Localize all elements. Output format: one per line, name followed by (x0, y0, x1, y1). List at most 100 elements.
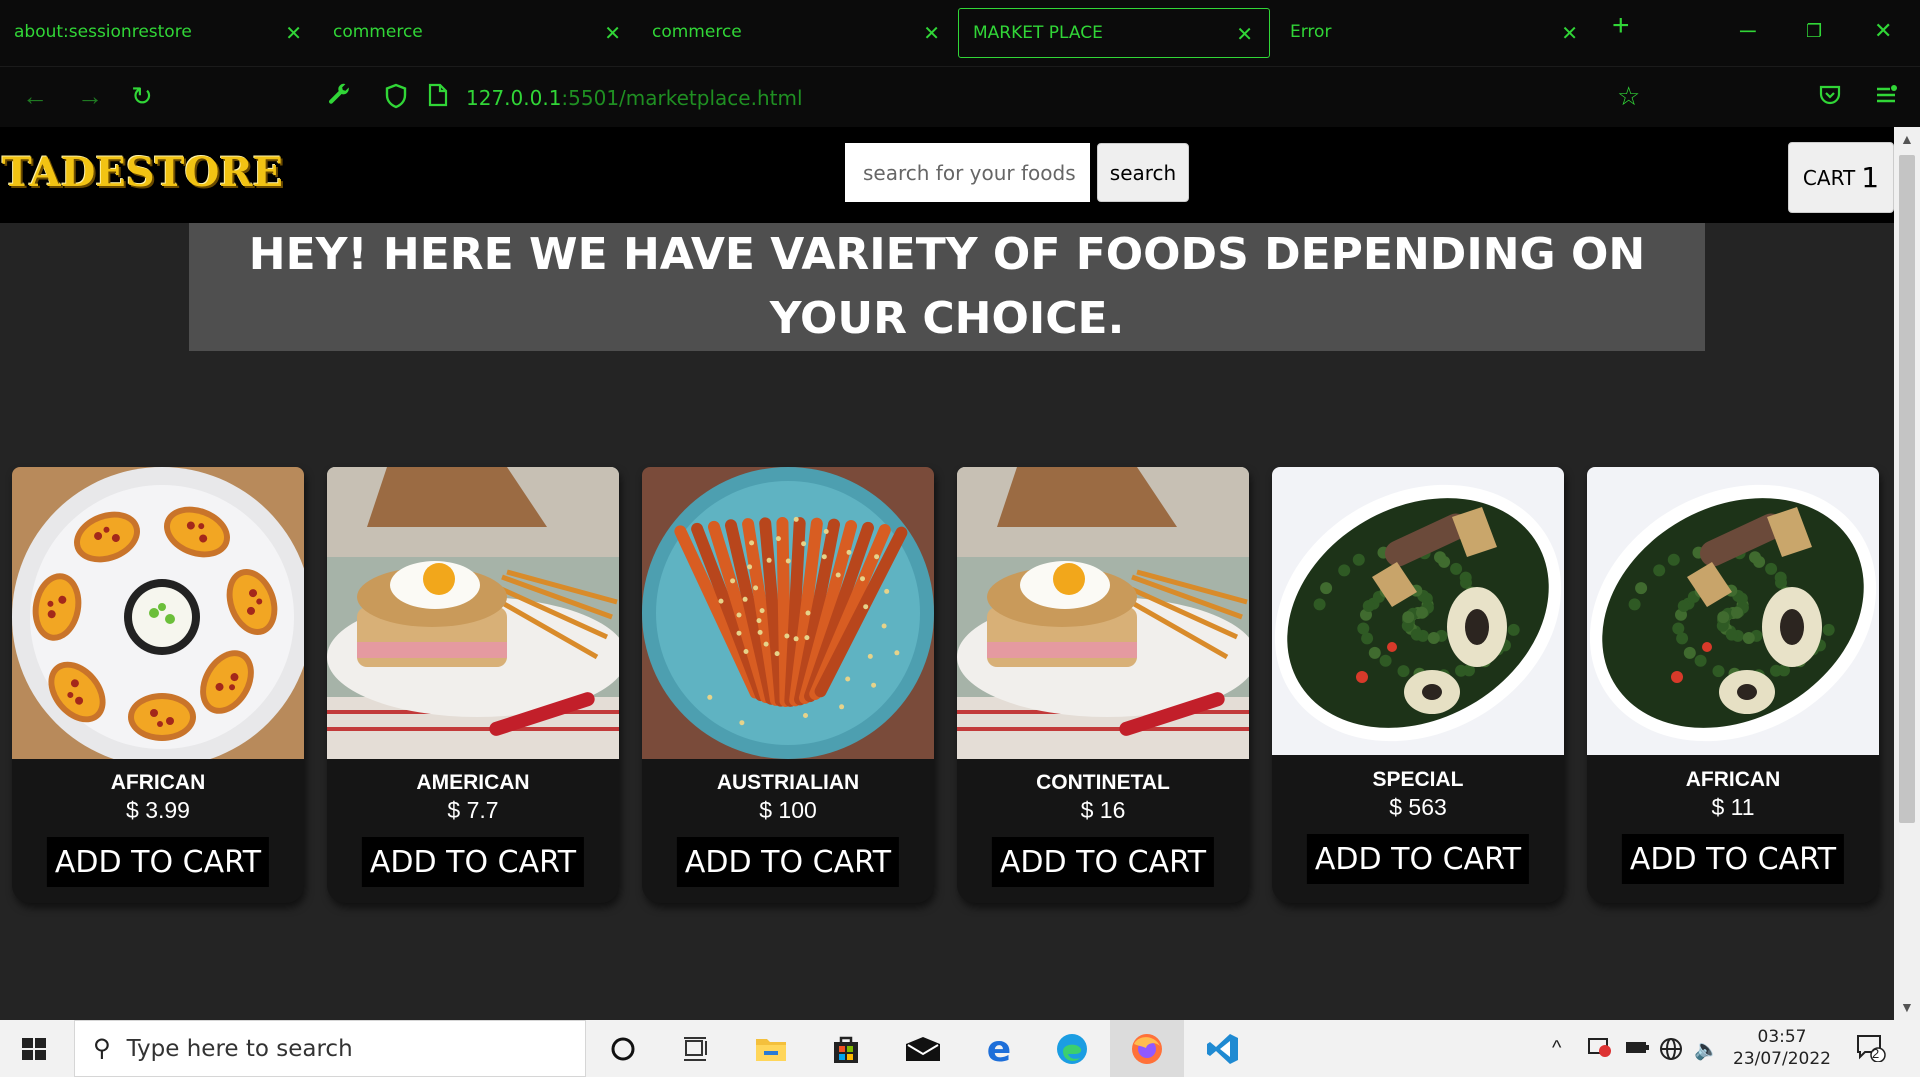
product-name: AFRICAN (1685, 768, 1781, 791)
tab-label: commerce (652, 22, 742, 42)
food-search-input[interactable] (845, 143, 1090, 202)
windows-start-icon[interactable] (22, 1038, 46, 1060)
shield-icon[interactable] (384, 83, 408, 113)
close-window-icon[interactable]: ✕ (1874, 20, 1892, 42)
add-to-cart-button[interactable]: ADD TO CART (1621, 834, 1845, 884)
clock-date: 23/07/2022 (1733, 1049, 1831, 1069)
scroll-down-icon[interactable]: ▼ (1900, 999, 1914, 1015)
task-view-icon[interactable] (677, 1030, 715, 1068)
url-path: :5501/marketplace.html (561, 86, 803, 110)
restore-icon[interactable]: ❐ (1806, 20, 1822, 42)
product-name: AMERICAN (416, 771, 530, 794)
security-icon[interactable] (1588, 1037, 1612, 1065)
site-header: TADESTORE search CART 1 (0, 127, 1894, 223)
scroll-up-icon[interactable]: ▲ (1900, 131, 1914, 147)
tab-label: Error (1290, 22, 1332, 42)
cart-button[interactable]: CART 1 (1788, 142, 1894, 213)
notification-count: 2 (1872, 1046, 1880, 1061)
close-icon[interactable]: ✕ (1561, 21, 1578, 45)
file-explorer-icon[interactable] (752, 1030, 790, 1068)
food-image (957, 467, 1249, 759)
volume-icon[interactable]: 🔈 (1694, 1037, 1719, 1062)
tab-error[interactable]: Error ✕ (1276, 8, 1594, 58)
tab-label: commerce (333, 22, 423, 42)
food-image (12, 467, 304, 767)
edge-icon[interactable] (1053, 1030, 1091, 1068)
food-image (327, 467, 619, 759)
forward-arrow-icon[interactable]: → (77, 83, 103, 109)
add-to-cart-button[interactable]: ADD TO CART (46, 837, 270, 887)
minimize-icon[interactable]: ─ (1740, 20, 1756, 42)
show-hidden-icons-icon[interactable]: ^ (1552, 1037, 1561, 1060)
food-image (1587, 467, 1879, 755)
pocket-icon[interactable] (1818, 83, 1842, 111)
close-icon[interactable]: ✕ (1236, 22, 1253, 46)
product-price: $ 16 (1080, 797, 1126, 823)
marketplace-page: TADESTORE search CART 1 HEY! HERE WE HAV… (0, 127, 1894, 1020)
taskbar-clock[interactable]: 03:57 23/07/2022 (1722, 1026, 1842, 1070)
browser-tab-bar: about:sessionrestore ✕ commerce ✕ commer… (0, 0, 1920, 66)
cortana-icon[interactable] (604, 1030, 642, 1068)
product-card: AFRICAN $ 3.99 ADD TO CART (12, 467, 304, 903)
product-name: AUSTRIALIAN (716, 771, 860, 794)
menu-icon[interactable] (1874, 83, 1898, 111)
product-grid: AFRICAN $ 3.99 ADD TO CART AMERICAN $ 7.7 ADD… (12, 467, 1882, 907)
product-name: AFRICAN (110, 771, 206, 794)
add-to-cart-button[interactable]: ADD TO CART (361, 837, 585, 887)
reload-icon[interactable]: ↻ (131, 83, 153, 109)
product-price: $ 3.99 (126, 797, 190, 823)
url-bar[interactable]: 127.0.0.1:5501/marketplace.html (466, 86, 803, 110)
product-name: CONTINETAL (1036, 771, 1170, 794)
microsoft-store-icon[interactable] (827, 1030, 865, 1068)
add-to-cart-button[interactable]: ADD TO CART (991, 837, 1215, 887)
page-icon (428, 83, 448, 111)
close-icon[interactable]: ✕ (923, 21, 940, 45)
tab-commerce-1[interactable]: commerce ✕ (319, 8, 637, 58)
product-price: $ 7.7 (447, 797, 499, 823)
food-image (1272, 467, 1564, 755)
close-icon[interactable]: ✕ (604, 21, 621, 45)
product-name: SPECIAL (1372, 768, 1464, 791)
product-price: $ 100 (759, 797, 817, 823)
search-button[interactable]: search (1097, 143, 1189, 202)
bookmark-star-icon[interactable]: ☆ (1617, 83, 1640, 109)
url-host: 127.0.0.1 (466, 86, 562, 110)
mail-icon[interactable] (904, 1030, 942, 1068)
product-price: $ 11 (1711, 794, 1755, 820)
scroll-thumb[interactable] (1899, 155, 1915, 823)
firefox-icon[interactable] (1110, 1020, 1184, 1077)
tab-sessionrestore[interactable]: about:sessionrestore ✕ (0, 8, 318, 58)
browser-nav-bar: ← → ↻ 127.0.0.1:5501/marketplace.html ☆ (0, 66, 1920, 127)
taskbar-search-box[interactable]: ⚲ Type here to search (74, 1020, 586, 1077)
battery-icon[interactable] (1624, 1037, 1650, 1063)
tab-commerce-2[interactable]: commerce ✕ (638, 8, 956, 58)
cart-label: CART (1802, 165, 1856, 190)
new-tab-icon[interactable]: + (1612, 11, 1630, 41)
tab-label: about:sessionrestore (14, 22, 192, 42)
product-card: SPECIAL $ 563 ADD TO CART (1272, 467, 1564, 903)
taskbar-search-placeholder: Type here to search (126, 1035, 353, 1062)
food-image (642, 467, 934, 759)
edge-legacy-icon[interactable]: e (980, 1029, 1018, 1070)
product-card: AFRICAN $ 11 ADD TO CART (1587, 467, 1879, 903)
network-globe-icon[interactable] (1659, 1037, 1683, 1067)
windows-taskbar: ⚲ Type here to search e ^ 🔈 03:57 23/07/… (0, 1020, 1920, 1077)
add-to-cart-button[interactable]: ADD TO CART (676, 837, 900, 887)
add-to-cart-button[interactable]: ADD TO CART (1306, 834, 1530, 884)
close-icon[interactable]: ✕ (285, 21, 302, 45)
back-arrow-icon[interactable]: ← (22, 83, 48, 109)
tab-market-place[interactable]: MARKET PLACE ✕ (958, 8, 1270, 58)
search-icon: ⚲ (93, 1035, 111, 1062)
product-card: AUSTRIALIAN $ 100 ADD TO CART (642, 467, 934, 903)
clock-time: 03:57 (1757, 1027, 1807, 1047)
hero-text: HEY! HERE WE HAVE VARIETY OF FOODS DEPEN… (248, 229, 1646, 344)
notifications-icon[interactable]: 2 (1856, 1034, 1886, 1068)
wrench-icon[interactable] (326, 83, 352, 113)
site-logo[interactable]: TADESTORE (2, 149, 283, 196)
vscode-icon[interactable] (1204, 1030, 1242, 1068)
product-price: $ 563 (1389, 794, 1447, 820)
product-card: AMERICAN $ 7.7 ADD TO CART (327, 467, 619, 903)
cart-count: 1 (1861, 161, 1880, 194)
page-scrollbar[interactable]: ▲ ▼ (1894, 127, 1920, 1020)
product-card: CONTINETAL $ 16 ADD TO CART (957, 467, 1249, 903)
